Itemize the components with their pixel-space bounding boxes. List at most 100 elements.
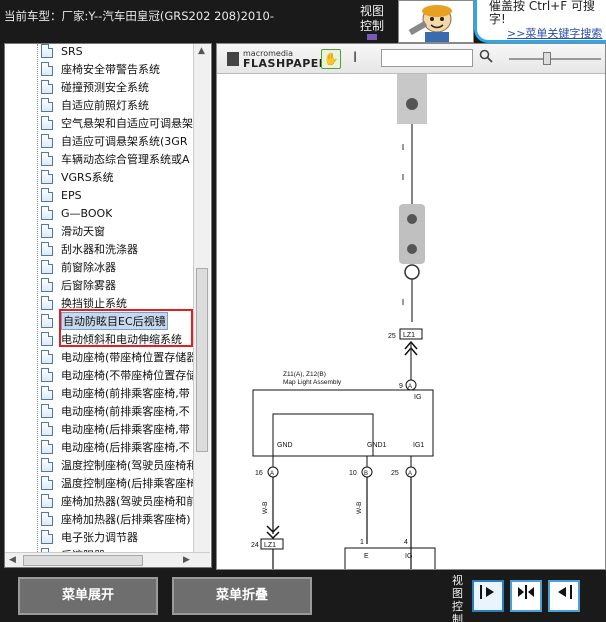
document-icon bbox=[41, 332, 53, 346]
tree-item-label: 刮水器和洗涤器 bbox=[61, 243, 138, 256]
flashpaper-toolbar: macromedia FLASHPAPER ✋ I bbox=[217, 44, 605, 74]
tree-item-label: 电子张力调节器 bbox=[61, 531, 138, 544]
tree-item[interactable]: 电动座椅(带座椅位置存储器 bbox=[41, 348, 201, 366]
middle-component-block bbox=[399, 204, 425, 264]
app-window: 当前车型：厂家:Y--汽车田皇冠(GRS202 208)2010- 视图控制 催… bbox=[0, 0, 606, 622]
svg-text:W-B: W-B bbox=[262, 501, 269, 514]
tree-item-label: 座椅安全带警告系统 bbox=[61, 63, 160, 76]
tree-item-label: SRS bbox=[61, 44, 83, 58]
pin-25-top: 25 bbox=[388, 333, 396, 340]
tree-item-label: VGRS系统 bbox=[61, 171, 114, 184]
svg-text:GND: GND bbox=[277, 442, 293, 449]
header-bar: 当前车型：厂家:Y--汽车田皇冠(GRS202 208)2010- 视图控制 催… bbox=[0, 0, 606, 43]
document-search-input[interactable] bbox=[381, 49, 473, 67]
component-name: Map Light Assembly bbox=[283, 379, 342, 386]
tree-item[interactable]: 电子张力调节器 bbox=[41, 528, 201, 546]
document-icon bbox=[41, 224, 53, 238]
view-control-text: 视图控制 bbox=[359, 4, 384, 33]
tree-item[interactable]: 前窗除冰器 bbox=[41, 258, 201, 276]
tree-horizontal-scroll-thumb[interactable] bbox=[23, 555, 143, 566]
tree-item[interactable]: 空气悬架和自适应可调悬架 bbox=[41, 114, 201, 132]
tree-item[interactable]: 电动座椅(前排乘客座椅,带 bbox=[41, 384, 201, 402]
tree-item[interactable]: G—BOOK bbox=[41, 204, 201, 222]
tree-item[interactable]: 自适应前照灯系统 bbox=[41, 96, 201, 114]
document-icon bbox=[41, 440, 53, 454]
svg-text:W-B: W-B bbox=[356, 501, 363, 514]
tree-item-label: 前窗除冰器 bbox=[61, 261, 116, 274]
text-select-tool-button[interactable]: I bbox=[353, 50, 357, 66]
tree-item[interactable]: 座椅加热器(驾驶员座椅和前 bbox=[41, 492, 201, 510]
document-icon bbox=[41, 476, 53, 490]
tree-item[interactable]: 座椅安全带警告系统 bbox=[41, 60, 201, 78]
svg-text:A: A bbox=[408, 471, 412, 477]
scroll-left-icon[interactable]: ◀ bbox=[9, 555, 16, 565]
connector-lz1-bottom: LZ1 bbox=[264, 542, 276, 549]
tree-vertical-scrollbar[interactable]: ▲ bbox=[193, 44, 210, 552]
tree-item[interactable]: 车辆动态综合管理系统或A bbox=[41, 150, 201, 168]
tree-item[interactable]: 后窗除雾器 bbox=[41, 276, 201, 294]
selection-highlight-box bbox=[59, 309, 193, 347]
tree-item-label: 电动座椅(不带座椅位置存储 bbox=[61, 369, 198, 382]
tree-item-label: 温度控制座椅(驾驶员座椅和 bbox=[61, 459, 198, 472]
tree-item-label: 电动座椅(前排乘客座椅,不 bbox=[61, 405, 190, 418]
tip-text-line2: 字! bbox=[489, 12, 506, 26]
tree-item[interactable]: 温度控制座椅(后排乘客座椅 bbox=[41, 474, 201, 492]
upper-terminal bbox=[406, 98, 418, 110]
svg-text:16: 16 bbox=[255, 470, 263, 477]
menu-tree-panel: SRS 座椅安全带警告系统碰撞预测安全系统自适应前照灯系统空气悬架和自适应可调悬架… bbox=[4, 43, 212, 568]
document-icon bbox=[41, 170, 53, 184]
tree-item-label: G—BOOK bbox=[61, 206, 113, 220]
document-icon bbox=[41, 314, 53, 328]
document-icon bbox=[41, 116, 53, 130]
svg-text:9: 9 bbox=[399, 383, 403, 390]
tree-item-label: 自适应前照灯系统 bbox=[61, 99, 149, 112]
tree-item[interactable]: VGRS系统 bbox=[41, 168, 201, 186]
svg-text:10: 10 bbox=[349, 470, 357, 477]
hand-tool-button[interactable]: ✋ bbox=[321, 49, 341, 69]
split-view-icon bbox=[518, 585, 534, 599]
tree-item[interactable]: SRS bbox=[41, 44, 201, 60]
tree-item[interactable]: 电动座椅(前排乘客座椅,不 bbox=[41, 402, 201, 420]
svg-text:A: A bbox=[270, 471, 274, 477]
tree-item-label: EPS bbox=[61, 188, 82, 202]
tree-item[interactable]: 温度控制座椅(驾驶员座椅和 bbox=[41, 456, 201, 474]
menu-collapse-button[interactable]: 菜单折叠 bbox=[172, 577, 312, 615]
zoom-slider-thumb[interactable] bbox=[543, 52, 551, 65]
component-title: Z11(A), Z12(B) bbox=[283, 371, 326, 378]
menu-expand-button[interactable]: 菜单展开 bbox=[18, 577, 158, 615]
tree-item[interactable]: 刮水器和洗涤器 bbox=[41, 240, 201, 258]
svg-text:E: E bbox=[364, 553, 369, 560]
view-split-button[interactable] bbox=[510, 580, 542, 612]
tree-horizontal-scrollbar[interactable]: ◀ ▶ bbox=[5, 552, 210, 567]
tree-item-label: 空气悬架和自适应可调悬架 bbox=[61, 117, 193, 130]
zoom-slider-track[interactable] bbox=[509, 58, 601, 60]
tree-item[interactable]: 电动座椅(后排乘客座椅,带 bbox=[41, 420, 201, 438]
tree-item-label: 后窗除雾器 bbox=[61, 279, 116, 292]
footer-bar: 菜单展开 菜单折叠 视图控制 bbox=[0, 570, 606, 622]
tree-vertical-scroll-thumb[interactable] bbox=[196, 268, 208, 452]
tree-item[interactable]: 滑动天窗 bbox=[41, 222, 201, 240]
document-icon bbox=[41, 44, 53, 58]
document-icon bbox=[41, 278, 53, 292]
scroll-right-icon[interactable]: ▶ bbox=[183, 555, 190, 565]
tree-item[interactable]: 自适应可调悬架系统(3GR bbox=[41, 132, 201, 150]
tree-item[interactable]: 电动座椅(后排乘客座椅,不 bbox=[41, 438, 201, 456]
tree-item-label: 温度控制座椅(后排乘客座椅 bbox=[61, 477, 198, 490]
tree-item[interactable]: 座椅加热器(后排乘客座椅) bbox=[41, 510, 201, 528]
current-model-text: 当前车型：厂家:Y--汽车田皇冠(GRS202 208)2010- bbox=[4, 9, 274, 23]
tree-item[interactable]: 电动座椅(不带座椅位置存储 bbox=[41, 366, 201, 384]
tree-item[interactable]: EPS bbox=[41, 186, 201, 204]
tree-item-label: 电动座椅(后排乘客座椅,带 bbox=[61, 423, 190, 436]
flashpaper-logo-text: FLASHPAPER bbox=[243, 57, 328, 70]
menu-keyword-search-link[interactable]: >>菜单关键字搜索 bbox=[507, 25, 602, 41]
view-right-panel-button[interactable] bbox=[548, 580, 580, 612]
tree-item-label: 滑动天窗 bbox=[61, 225, 105, 238]
scroll-up-icon[interactable]: ▲ bbox=[198, 46, 205, 56]
document-icon bbox=[41, 98, 53, 112]
view-left-panel-button[interactable] bbox=[472, 580, 504, 612]
flashpaper-logo-icon bbox=[227, 52, 239, 66]
search-icon[interactable] bbox=[479, 49, 493, 67]
tip-bubble: 催盖按 Ctrl+F 可搜 字! >>菜单关键字搜索 bbox=[474, 0, 606, 43]
tree-item-label: 自适应可调悬架系统(3GR bbox=[61, 135, 188, 148]
tree-item[interactable]: 碰撞预测安全系统 bbox=[41, 78, 201, 96]
